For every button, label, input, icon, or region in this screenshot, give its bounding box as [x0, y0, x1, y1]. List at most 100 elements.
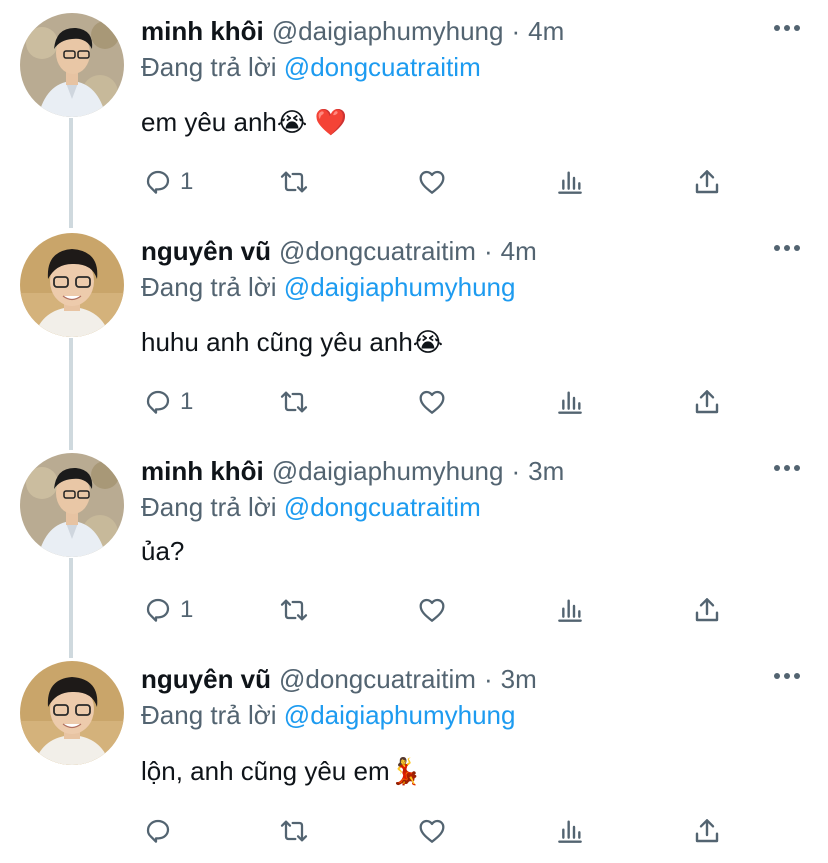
- mention-link[interactable]: @dongcuatraitim: [284, 492, 481, 522]
- timestamp[interactable]: 4m: [501, 233, 537, 269]
- user-handle[interactable]: @daigiaphumyhung: [272, 13, 504, 49]
- separator-dot: ·: [511, 16, 521, 46]
- heart-icon: [419, 170, 445, 194]
- reply-icon: [146, 170, 170, 194]
- views-icon: [558, 391, 582, 414]
- reply-count: 1: [180, 388, 194, 415]
- retweet-button[interactable]: [278, 384, 310, 420]
- retweet-icon: [280, 171, 308, 193]
- reply-button[interactable]: 1: [142, 164, 193, 200]
- more-icon[interactable]: [774, 25, 800, 31]
- tweet-text-body: lộn, anh cũng yêu em💃: [141, 756, 422, 786]
- reply-button[interactable]: 1: [142, 384, 193, 420]
- more-icon[interactable]: [774, 673, 800, 679]
- nguyen-vu-avatar: [20, 233, 124, 337]
- display-name[interactable]: minh khôi: [141, 453, 264, 489]
- tweet[interactable]: minh khôi @daigiaphumyhung · 4m Đang trả…: [0, 13, 828, 213]
- replying-to: Đang trả lời @daigiaphumyhung: [141, 269, 515, 305]
- like-button[interactable]: [416, 384, 448, 420]
- views-icon: [558, 820, 582, 843]
- heart-icon: [419, 598, 445, 622]
- views-button[interactable]: [554, 384, 586, 420]
- tweet-text: ủa?: [141, 533, 184, 569]
- tweet-text-body: ủa?: [141, 536, 185, 566]
- reply-icon: [146, 390, 170, 414]
- tweet-actions: 1: [0, 384, 828, 420]
- tweet-header: nguyên vũ @dongcuatraitim · 4m: [141, 233, 537, 269]
- reply-icon: [146, 819, 170, 843]
- tweet-text-body: huhu anh cũng yêu anh😭: [141, 327, 444, 357]
- reply-button[interactable]: [142, 813, 180, 849]
- display-name[interactable]: nguyên vũ: [141, 233, 271, 269]
- user-handle[interactable]: @dongcuatraitim: [279, 661, 476, 697]
- like-button[interactable]: [416, 592, 448, 628]
- replying-to: Đang trả lời @dongcuatraitim: [141, 489, 481, 525]
- replying-to-label: Đang trả lời: [141, 272, 277, 302]
- share-icon: [695, 598, 719, 622]
- retweet-icon: [280, 820, 308, 842]
- more-icon[interactable]: [774, 465, 800, 471]
- heart-icon: [419, 390, 445, 414]
- share-button[interactable]: [691, 592, 723, 628]
- minh-khoi-avatar: [20, 13, 124, 117]
- heart-icon: [419, 819, 445, 843]
- views-icon: [558, 599, 582, 622]
- tweet-text-body: em yêu anh😭: [141, 107, 308, 137]
- views-button[interactable]: [554, 592, 586, 628]
- like-button[interactable]: [416, 813, 448, 849]
- timestamp[interactable]: 4m: [528, 13, 564, 49]
- share-icon: [695, 170, 719, 194]
- replying-to: Đang trả lời @dongcuatraitim: [141, 49, 481, 85]
- retweet-icon: [280, 599, 308, 621]
- tweet[interactable]: nguyên vũ @dongcuatraitim · 3m Đang trả …: [0, 661, 828, 861]
- avatar-nguyen-vu[interactable]: [20, 661, 124, 765]
- more-icon[interactable]: [774, 245, 800, 251]
- mention-link[interactable]: @dongcuatraitim: [284, 52, 481, 82]
- tweet-actions: 1: [0, 164, 828, 200]
- user-handle[interactable]: @daigiaphumyhung: [272, 453, 504, 489]
- tweet-header: minh khôi @daigiaphumyhung · 4m: [141, 13, 564, 49]
- share-button[interactable]: [691, 384, 723, 420]
- nguyen-vu-avatar: [20, 661, 124, 765]
- share-button[interactable]: [691, 164, 723, 200]
- retweet-button[interactable]: [278, 164, 310, 200]
- mention-link[interactable]: @daigiaphumyhung: [284, 272, 516, 302]
- tweet-header: minh khôi @daigiaphumyhung · 3m: [141, 453, 564, 489]
- tweet-actions: 1: [0, 592, 828, 628]
- avatar-minh-khoi[interactable]: [20, 13, 124, 117]
- avatar-minh-khoi[interactable]: [20, 453, 124, 557]
- replying-to-label: Đang trả lời: [141, 492, 277, 522]
- reply-count: 1: [180, 168, 194, 195]
- views-icon: [558, 171, 582, 194]
- like-button[interactable]: [416, 164, 448, 200]
- reply-icon: [146, 598, 170, 622]
- retweet-button[interactable]: [278, 592, 310, 628]
- views-button[interactable]: [554, 164, 586, 200]
- tweet[interactable]: nguyên vũ @dongcuatraitim · 4m Đang trả …: [0, 233, 828, 433]
- retweet-button[interactable]: [278, 813, 310, 849]
- share-icon: [695, 390, 719, 414]
- mention-link[interactable]: @daigiaphumyhung: [284, 700, 516, 730]
- timestamp[interactable]: 3m: [528, 453, 564, 489]
- share-icon: [695, 819, 719, 843]
- replying-to: Đang trả lời @daigiaphumyhung: [141, 697, 515, 733]
- tweet[interactable]: minh khôi @daigiaphumyhung · 3m Đang trả…: [0, 453, 828, 643]
- tweet-text: huhu anh cũng yêu anh😭: [141, 324, 443, 360]
- views-button[interactable]: [554, 813, 586, 849]
- avatar-nguyen-vu[interactable]: [20, 233, 124, 337]
- tweet-header: nguyên vũ @dongcuatraitim · 3m: [141, 661, 537, 697]
- tweet-actions: [0, 813, 828, 849]
- timestamp[interactable]: 3m: [501, 661, 537, 697]
- share-button[interactable]: [691, 813, 723, 849]
- display-name[interactable]: minh khôi: [141, 13, 264, 49]
- user-handle[interactable]: @dongcuatraitim: [279, 233, 476, 269]
- reply-count: 1: [180, 596, 194, 623]
- replying-to-label: Đang trả lời: [141, 52, 277, 82]
- display-name[interactable]: nguyên vũ: [141, 661, 271, 697]
- reply-button[interactable]: 1: [142, 592, 193, 628]
- separator-dot: ·: [511, 456, 521, 486]
- heart-emoji: ❤️: [314, 107, 347, 137]
- separator-dot: ·: [483, 664, 493, 694]
- separator-dot: ·: [483, 236, 493, 266]
- replying-to-label: Đang trả lời: [141, 700, 277, 730]
